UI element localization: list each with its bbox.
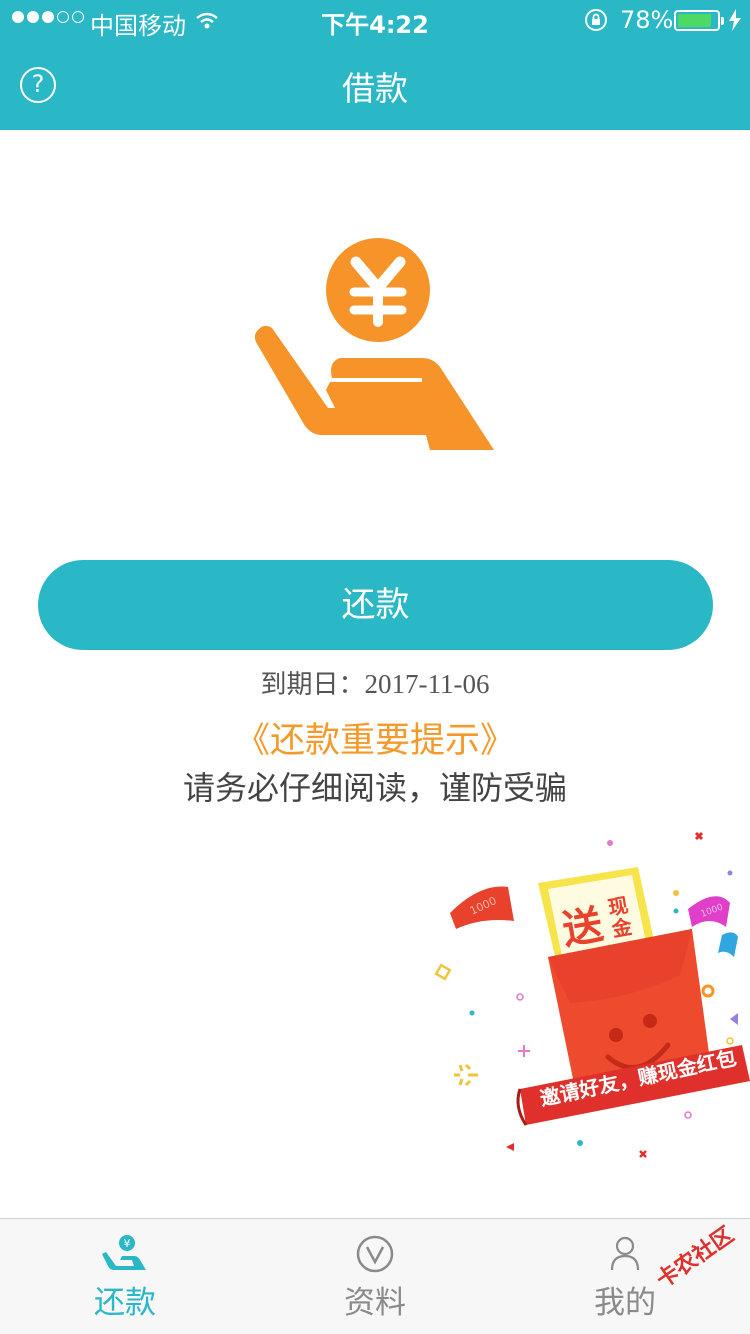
tab-profile-info[interactable]: 资料 — [250, 1219, 500, 1334]
hand-holding-coin-icon — [250, 230, 500, 460]
user-icon — [600, 1234, 650, 1274]
status-bar: 中国移动 下午4:22 78% — [0, 0, 750, 40]
invite-promo-banner[interactable]: 1000 1000 送 现金 邀请好友，赚现金红包 — [430, 825, 750, 1165]
page-title: 借款 — [342, 69, 408, 108]
svg-text:¥: ¥ — [124, 1237, 131, 1250]
tab-repay-label: 还款 — [94, 1285, 156, 1321]
top-bar: 中国移动 下午4:22 78% ? 借款 — [0, 0, 750, 130]
repay-hand-icon: ¥ — [100, 1234, 150, 1274]
battery-icon — [674, 10, 724, 31]
tab-repay[interactable]: ¥ 还款 — [0, 1219, 250, 1334]
tab-profile-info-label: 资料 — [344, 1285, 406, 1321]
tab-mine-label: 我的 — [594, 1285, 656, 1321]
repay-button[interactable]: 还款 — [38, 560, 713, 650]
due-date-label: 到期日： — [260, 670, 365, 700]
charging-icon — [728, 9, 742, 37]
v-circle-icon — [350, 1234, 400, 1274]
rotation-lock-icon — [584, 8, 608, 38]
battery-percent: 78% — [620, 6, 674, 34]
due-date: 到期日：2017-11-06 — [0, 664, 750, 701]
repay-notice-link[interactable]: 《还款重要提示》 — [0, 712, 750, 763]
tab-bar: ¥ 还款 资料 我的 — [0, 1218, 750, 1334]
due-date-value: 2017-11-06 — [364, 669, 490, 699]
fraud-warning: 请务必仔细阅读，谨防受骗 — [182, 769, 567, 807]
